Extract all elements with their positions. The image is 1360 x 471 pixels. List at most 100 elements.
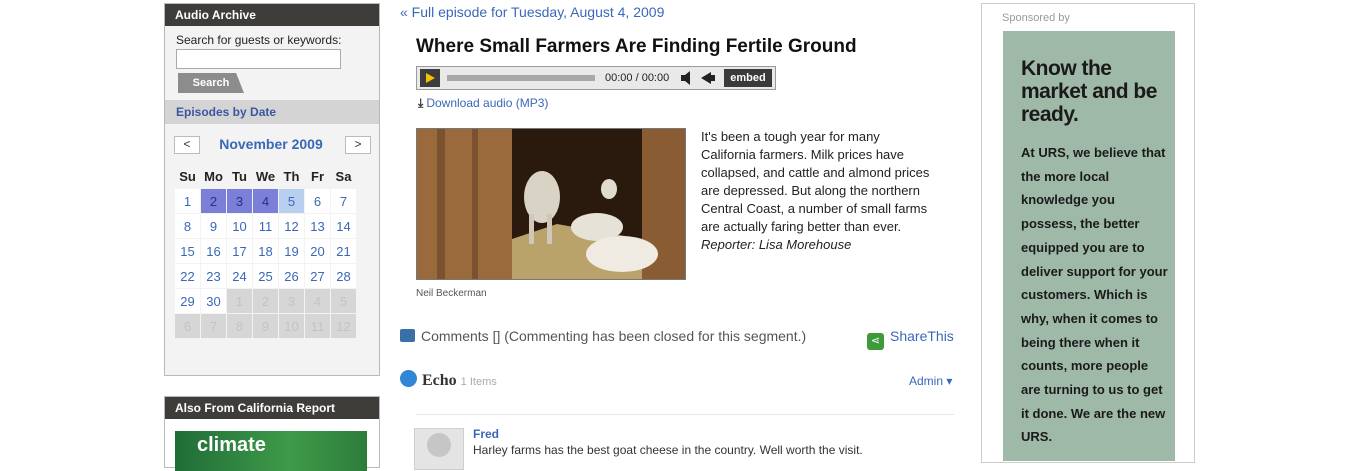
volume-icon[interactable] — [679, 70, 719, 89]
also-from-title: Also From California Report — [165, 397, 379, 419]
story-headline: Where Small Farmers Are Finding Fertile … — [416, 36, 857, 57]
calendar-week: 1 2 3 4 5 6 7 — [175, 189, 356, 213]
weekday-tu: Tu — [232, 168, 247, 184]
calendar-day[interactable]: 25 — [253, 264, 278, 288]
calendar-day-outside: 10 — [279, 314, 304, 338]
calendar-day[interactable]: 30 — [201, 289, 226, 313]
calendar-grid: Su Mo Tu We Th Fr Sa 1 2 3 4 5 6 7 8 9 1… — [174, 163, 357, 339]
search-button[interactable]: Search — [178, 73, 244, 93]
calendar-prev-button[interactable]: < — [174, 136, 200, 154]
download-audio-link[interactable]: ⤓ Download audio (MP3) — [418, 96, 548, 111]
echo-item-count: 1 Items — [460, 376, 497, 388]
calendar-month: November 2009 — [219, 136, 323, 152]
comment-icon — [400, 329, 415, 342]
weekday-th: Th — [283, 168, 300, 184]
story-text: It's been a tough year for many Californ… — [701, 129, 930, 234]
weekday-fr: Fr — [311, 168, 324, 184]
calendar-next-button[interactable]: > — [345, 136, 371, 154]
comment-author[interactable]: Fred — [473, 427, 499, 441]
sharethis-label: ShareThis — [890, 328, 954, 344]
calendar-day-outside: 2 — [253, 289, 278, 313]
calendar-day-outside: 6 — [175, 314, 200, 338]
audio-progress-track[interactable] — [447, 75, 595, 81]
also-from-panel: Also From California Report climate — [164, 396, 380, 471]
calendar-day[interactable]: 18 — [253, 239, 278, 263]
calendar-day-outside: 9 — [253, 314, 278, 338]
urs-advertisement[interactable]: Know the market and be ready. At URS, we… — [1003, 31, 1175, 461]
calendar-day-outside: 4 — [305, 289, 330, 313]
avatar — [414, 428, 464, 470]
photo-credit: Neil Beckerman — [416, 288, 487, 299]
calendar-week: 22 23 24 25 26 27 28 — [175, 264, 356, 288]
calendar-day[interactable]: 8 — [175, 214, 200, 238]
play-icon[interactable] — [420, 69, 440, 87]
audio-archive-title: Audio Archive — [165, 4, 379, 26]
sharethis-button[interactable]: ⋖ ShareThis — [867, 328, 954, 350]
calendar-day[interactable]: 27 — [305, 264, 330, 288]
calendar-day-outside: 12 — [331, 314, 356, 338]
calendar-week: 15 16 17 18 19 20 21 — [175, 239, 356, 263]
full-episode-link[interactable]: « Full episode for Tuesday, August 4, 20… — [400, 4, 664, 20]
echo-title: Echo — [422, 372, 457, 389]
calendar-day[interactable]: 12 — [279, 214, 304, 238]
download-label: Download audio (MP3) — [426, 96, 549, 110]
admin-menu[interactable]: Admin ▾ — [909, 374, 952, 388]
calendar-day[interactable]: 13 — [305, 214, 330, 238]
calendar-day-outside: 8 — [227, 314, 252, 338]
calendar-day[interactable]: 3 — [227, 189, 252, 213]
audio-player: 00:00 / 00:00 embed — [416, 66, 776, 90]
calendar-day[interactable]: 2 — [201, 189, 226, 213]
calendar-day[interactable]: 10 — [227, 214, 252, 238]
echo-header: Echo 1 Items — [400, 370, 497, 390]
sponsored-by-label: Sponsored by — [1002, 12, 1070, 24]
chevron-down-icon: ▾ — [946, 374, 953, 388]
ad-headline: Know the market and be ready. — [1021, 57, 1157, 126]
comments-notice: Comments [] (Commenting has been closed … — [400, 328, 806, 344]
comments-text: Comments [] (Commenting has been closed … — [421, 328, 807, 344]
calendar-day-outside: 11 — [305, 314, 330, 338]
calendar-day[interactable]: 9 — [201, 214, 226, 238]
reporter-label: Reporter: — [701, 237, 756, 252]
calendar-day[interactable]: 14 — [331, 214, 356, 238]
calendar-day[interactable]: 24 — [227, 264, 252, 288]
calendar-day[interactable]: 17 — [227, 239, 252, 263]
calendar-day-outside: 1 — [227, 289, 252, 313]
calendar-day[interactable]: 28 — [331, 264, 356, 288]
calendar-day[interactable]: 23 — [201, 264, 226, 288]
search-label: Search for guests or keywords: — [176, 33, 342, 47]
calendar-day[interactable]: 7 — [331, 189, 356, 213]
ad-body: At URS, we believe that the more local k… — [1021, 145, 1168, 445]
calendar-day[interactable]: 19 — [279, 239, 304, 263]
calendar-day[interactable]: 26 — [279, 264, 304, 288]
story-photo-goats — [416, 128, 686, 280]
calendar-day[interactable]: 11 — [253, 214, 278, 238]
audio-time: 00:00 / 00:00 — [605, 72, 670, 84]
calendar-day[interactable]: 1 — [175, 189, 200, 213]
share-icon: ⋖ — [867, 333, 884, 350]
calendar-day[interactable]: 16 — [201, 239, 226, 263]
calendar-day[interactable]: 4 — [253, 189, 278, 213]
weekday-mo: Mo — [204, 168, 223, 184]
calendar-day-outside: 7 — [201, 314, 226, 338]
calendar-day[interactable]: 20 — [305, 239, 330, 263]
echo-icon — [400, 370, 417, 387]
calendar-day[interactable]: 5 — [279, 189, 304, 213]
calendar-day[interactable]: 21 — [331, 239, 356, 263]
download-icon: ⤓ — [418, 96, 424, 110]
calendar-week: 29 30 1 2 3 4 5 — [175, 289, 356, 313]
embed-button[interactable]: embed — [724, 69, 772, 87]
episodes-by-date-heading: Episodes by Date — [165, 100, 379, 124]
calendar-week: 6 7 8 9 10 11 12 — [175, 314, 356, 338]
climate-promo-banner[interactable]: climate — [175, 431, 367, 471]
search-input[interactable] — [176, 49, 341, 69]
audio-archive-panel: Audio Archive Search for guests or keywo… — [164, 3, 380, 376]
echo-divider — [416, 414, 954, 415]
calendar-day[interactable]: 22 — [175, 264, 200, 288]
calendar-day-outside: 3 — [279, 289, 304, 313]
calendar-day[interactable]: 29 — [175, 289, 200, 313]
weekday-su: Su — [179, 168, 196, 184]
story-summary: It's been a tough year for many Californ… — [701, 128, 936, 254]
calendar-day[interactable]: 6 — [305, 189, 330, 213]
comment-text: Harley farms has the best goat cheese in… — [473, 443, 863, 457]
calendar-day[interactable]: 15 — [175, 239, 200, 263]
